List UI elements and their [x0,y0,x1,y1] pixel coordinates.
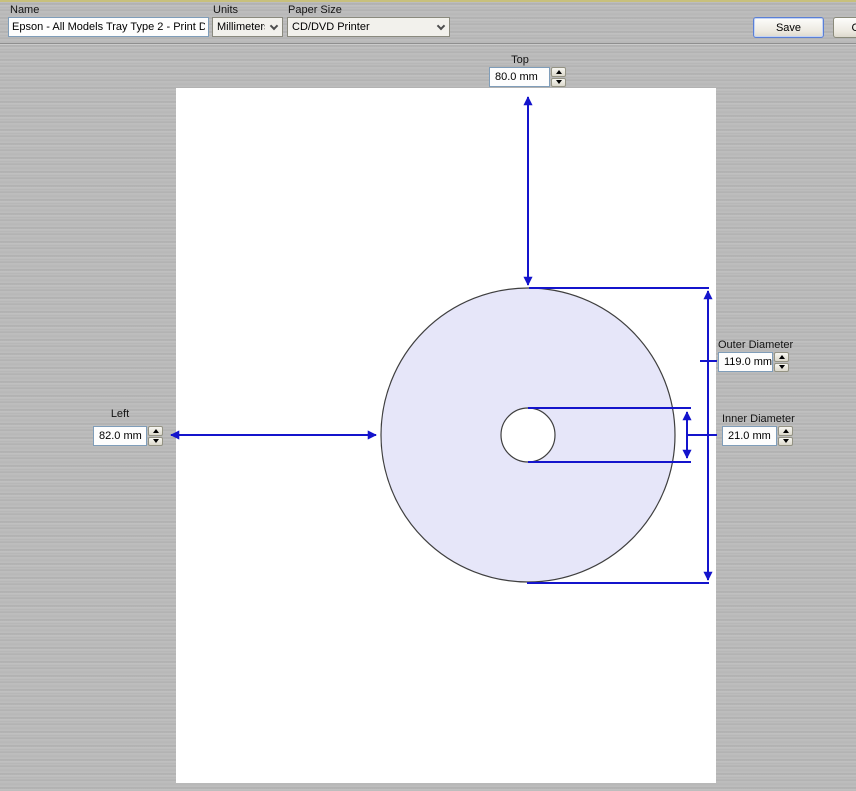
outer-diameter-stepper-down-button[interactable] [774,363,789,373]
units-dropdown-button[interactable] [265,18,282,36]
inner-diameter-stepper[interactable] [778,426,793,446]
name-field-label: Name [10,4,39,16]
paper-size-field-label: Paper Size [288,4,342,16]
inner-diameter-stepper-up-button[interactable] [778,426,793,436]
name-input[interactable] [8,17,209,37]
toolbar: Name Units Millimeters Paper Size CD/DVD… [0,0,856,43]
left-measurement-label: Left [93,408,147,420]
down-arrow-icon [779,365,785,369]
paper-size-selected-value: CD/DVD Printer [288,21,432,33]
down-arrow-icon [556,80,562,84]
inner-diameter-value-input[interactable] [722,426,777,446]
units-select[interactable]: Millimeters [212,17,283,37]
outer-diameter-label: Outer Diameter [718,339,793,351]
save-button[interactable]: Save [753,17,824,38]
left-stepper[interactable] [148,426,163,446]
top-stepper-up-button[interactable] [551,67,566,77]
paper-size-select[interactable]: CD/DVD Printer [287,17,450,37]
left-value-input[interactable] [93,426,147,446]
up-arrow-icon [783,429,789,433]
toolbar-separator-highlight [0,44,856,45]
chevron-down-icon [269,21,277,29]
units-field-label: Units [213,4,238,16]
outer-diameter-value-input[interactable] [718,352,773,372]
up-arrow-icon [779,355,785,359]
left-stepper-up-button[interactable] [148,426,163,436]
outer-diameter-stepper-up-button[interactable] [774,352,789,362]
top-value-input[interactable] [489,67,550,87]
inner-diameter-stepper-down-button[interactable] [778,437,793,447]
paper-preview [176,88,716,783]
down-arrow-icon [153,439,159,443]
units-selected-value: Millimeters [213,21,265,33]
left-stepper-down-button[interactable] [148,437,163,447]
outer-diameter-stepper[interactable] [774,352,789,372]
inner-diameter-label: Inner Diameter [722,413,795,425]
paper-size-dropdown-button[interactable] [432,18,449,36]
top-stepper-down-button[interactable] [551,78,566,88]
close-button-partial[interactable]: C [833,17,856,38]
top-stepper[interactable] [551,67,566,87]
chevron-down-icon [436,21,444,29]
down-arrow-icon [783,439,789,443]
app-window: Name Units Millimeters Paper Size CD/DVD… [0,0,856,791]
up-arrow-icon [556,70,562,74]
up-arrow-icon [153,429,159,433]
top-measurement-label: Top [489,54,551,66]
